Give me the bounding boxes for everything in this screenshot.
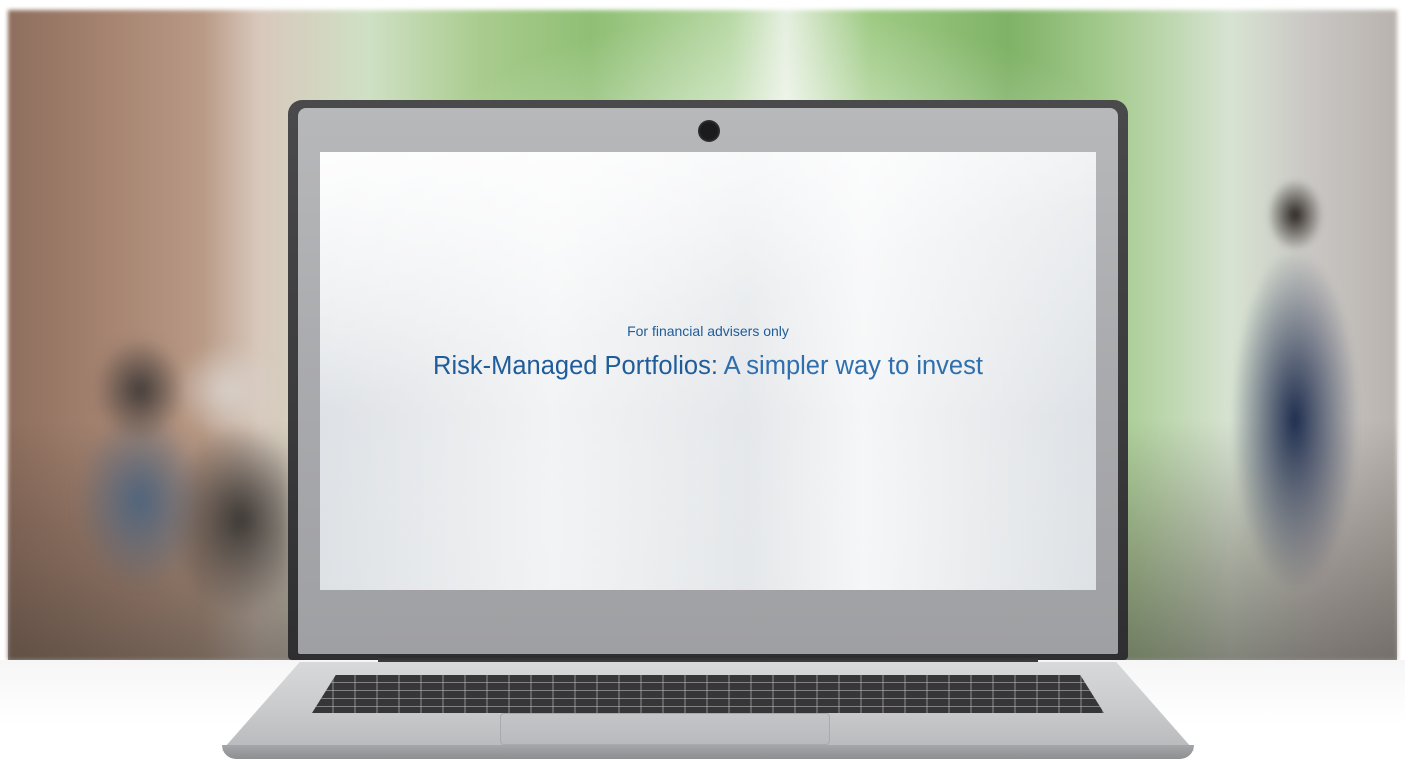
keyboard-rows (312, 675, 1104, 713)
headline-title: Risk-Managed Portfolios: (433, 352, 718, 380)
webcam-icon (698, 120, 720, 142)
blurred-people-left (30, 330, 290, 660)
blurred-person-right (1200, 170, 1390, 660)
laptop-screen: For financial advisers only Risk-Managed… (320, 152, 1096, 590)
laptop-trackpad (500, 713, 830, 745)
screen-content: For financial advisers only Risk-Managed… (320, 152, 1096, 590)
laptop-base-edge (222, 745, 1194, 759)
photo-scene: For financial advisers only Risk-Managed… (0, 0, 1405, 769)
headline-subtitle: A simpler way to invest (717, 352, 983, 380)
headline: Risk-Managed Portfolios: A simpler way t… (320, 352, 1096, 381)
audience-label: For financial advisers only (627, 323, 789, 339)
